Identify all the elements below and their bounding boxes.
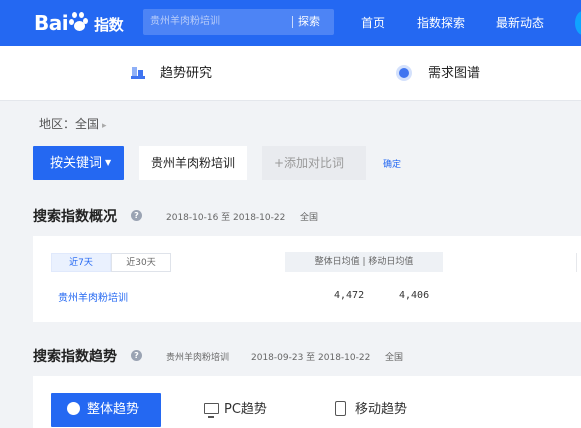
baidu-index-logo[interactable]: Bai 指数 (34, 8, 124, 38)
overview-region: 全国 (300, 213, 319, 223)
keyword-input[interactable]: 贵州羊肉粉培训 (139, 146, 247, 180)
paw-icon (69, 12, 91, 32)
tab-last-30-days[interactable]: 近30天 (111, 253, 171, 272)
overall-trend-button[interactable]: 整体趋势 (51, 393, 161, 427)
search-input[interactable]: 贵州羊肉粉培训 (150, 9, 220, 35)
info-icon[interactable]: ? (131, 210, 142, 221)
trend-research-icon (131, 67, 145, 79)
logo-text-right: 指数 (94, 16, 124, 34)
card-edge-divider (576, 253, 581, 272)
sub-nav: 趋势研究 需求图谱 (0, 46, 581, 101)
monitor-icon (204, 403, 219, 418)
overview-keyword-link[interactable]: 贵州羊肉粉培训 (58, 289, 128, 304)
confirm-button[interactable]: 确定 (383, 157, 401, 170)
region-label: 地区：全国 (39, 117, 100, 131)
search-box[interactable]: 贵州羊肉粉培训 探索 (143, 9, 334, 35)
caret-down-icon: ▼ (105, 158, 112, 167)
user-avatar-icon[interactable] (575, 11, 581, 35)
top-nav-bar: Bai 指数 贵州羊肉粉培训 探索 首页 指数探索 最新动态 (0, 0, 581, 46)
mobile-phone-icon (335, 401, 346, 416)
search-divider (292, 16, 293, 28)
logo-text-left: Bai (34, 11, 69, 35)
mobile-daily-average: 4,406 (399, 290, 430, 301)
overall-daily-average: 4,472 (334, 290, 365, 301)
trend-keyword: 贵州羊肉粉培训 (166, 353, 230, 363)
nav-home[interactable]: 首页 (361, 0, 385, 46)
add-compare-button[interactable]: +添加对比词 (262, 146, 366, 180)
pc-trend-label: PC趋势 (224, 402, 267, 417)
nav-index-explore[interactable]: 指数探索 (417, 0, 465, 46)
info-icon[interactable]: ? (131, 350, 142, 361)
explore-button[interactable]: 探索 (298, 9, 320, 35)
demand-map-icon (399, 68, 409, 78)
trend-date-range: 2018-09-23 至 2018-10-22 (251, 353, 371, 363)
mobile-trend-label: 移动趋势 (355, 402, 408, 417)
keyword-mode-label: 按关键词 (50, 156, 103, 171)
overview-card (33, 236, 581, 322)
trend-region: 全国 (385, 353, 404, 363)
tab-demand-map[interactable]: 需求图谱 (428, 46, 480, 101)
region-selector[interactable]: 地区：全国 ▸ (39, 115, 107, 132)
pc-trend-button[interactable]: PC趋势 (204, 393, 267, 427)
tab-last-7-days[interactable]: 近7天 (51, 253, 111, 272)
keyword-mode-button[interactable]: 按关键词 ▼ (33, 146, 124, 180)
tab-trend-research[interactable]: 趋势研究 (160, 46, 212, 101)
overview-date-range: 2018-10-16 至 2018-10-22 (166, 213, 286, 223)
nav-latest-news[interactable]: 最新动态 (496, 0, 544, 46)
mobile-trend-button[interactable]: 移动趋势 (335, 393, 407, 427)
pie-chart-icon (67, 402, 80, 415)
overview-title: 搜索指数概况 (33, 209, 117, 225)
overall-trend-label: 整体趋势 (87, 402, 140, 417)
trend-title: 搜索指数趋势 (33, 349, 117, 365)
overview-column-header: 整体日均值 | 移动日均值 (285, 252, 443, 272)
chevron-right-icon: ▸ (102, 121, 107, 131)
